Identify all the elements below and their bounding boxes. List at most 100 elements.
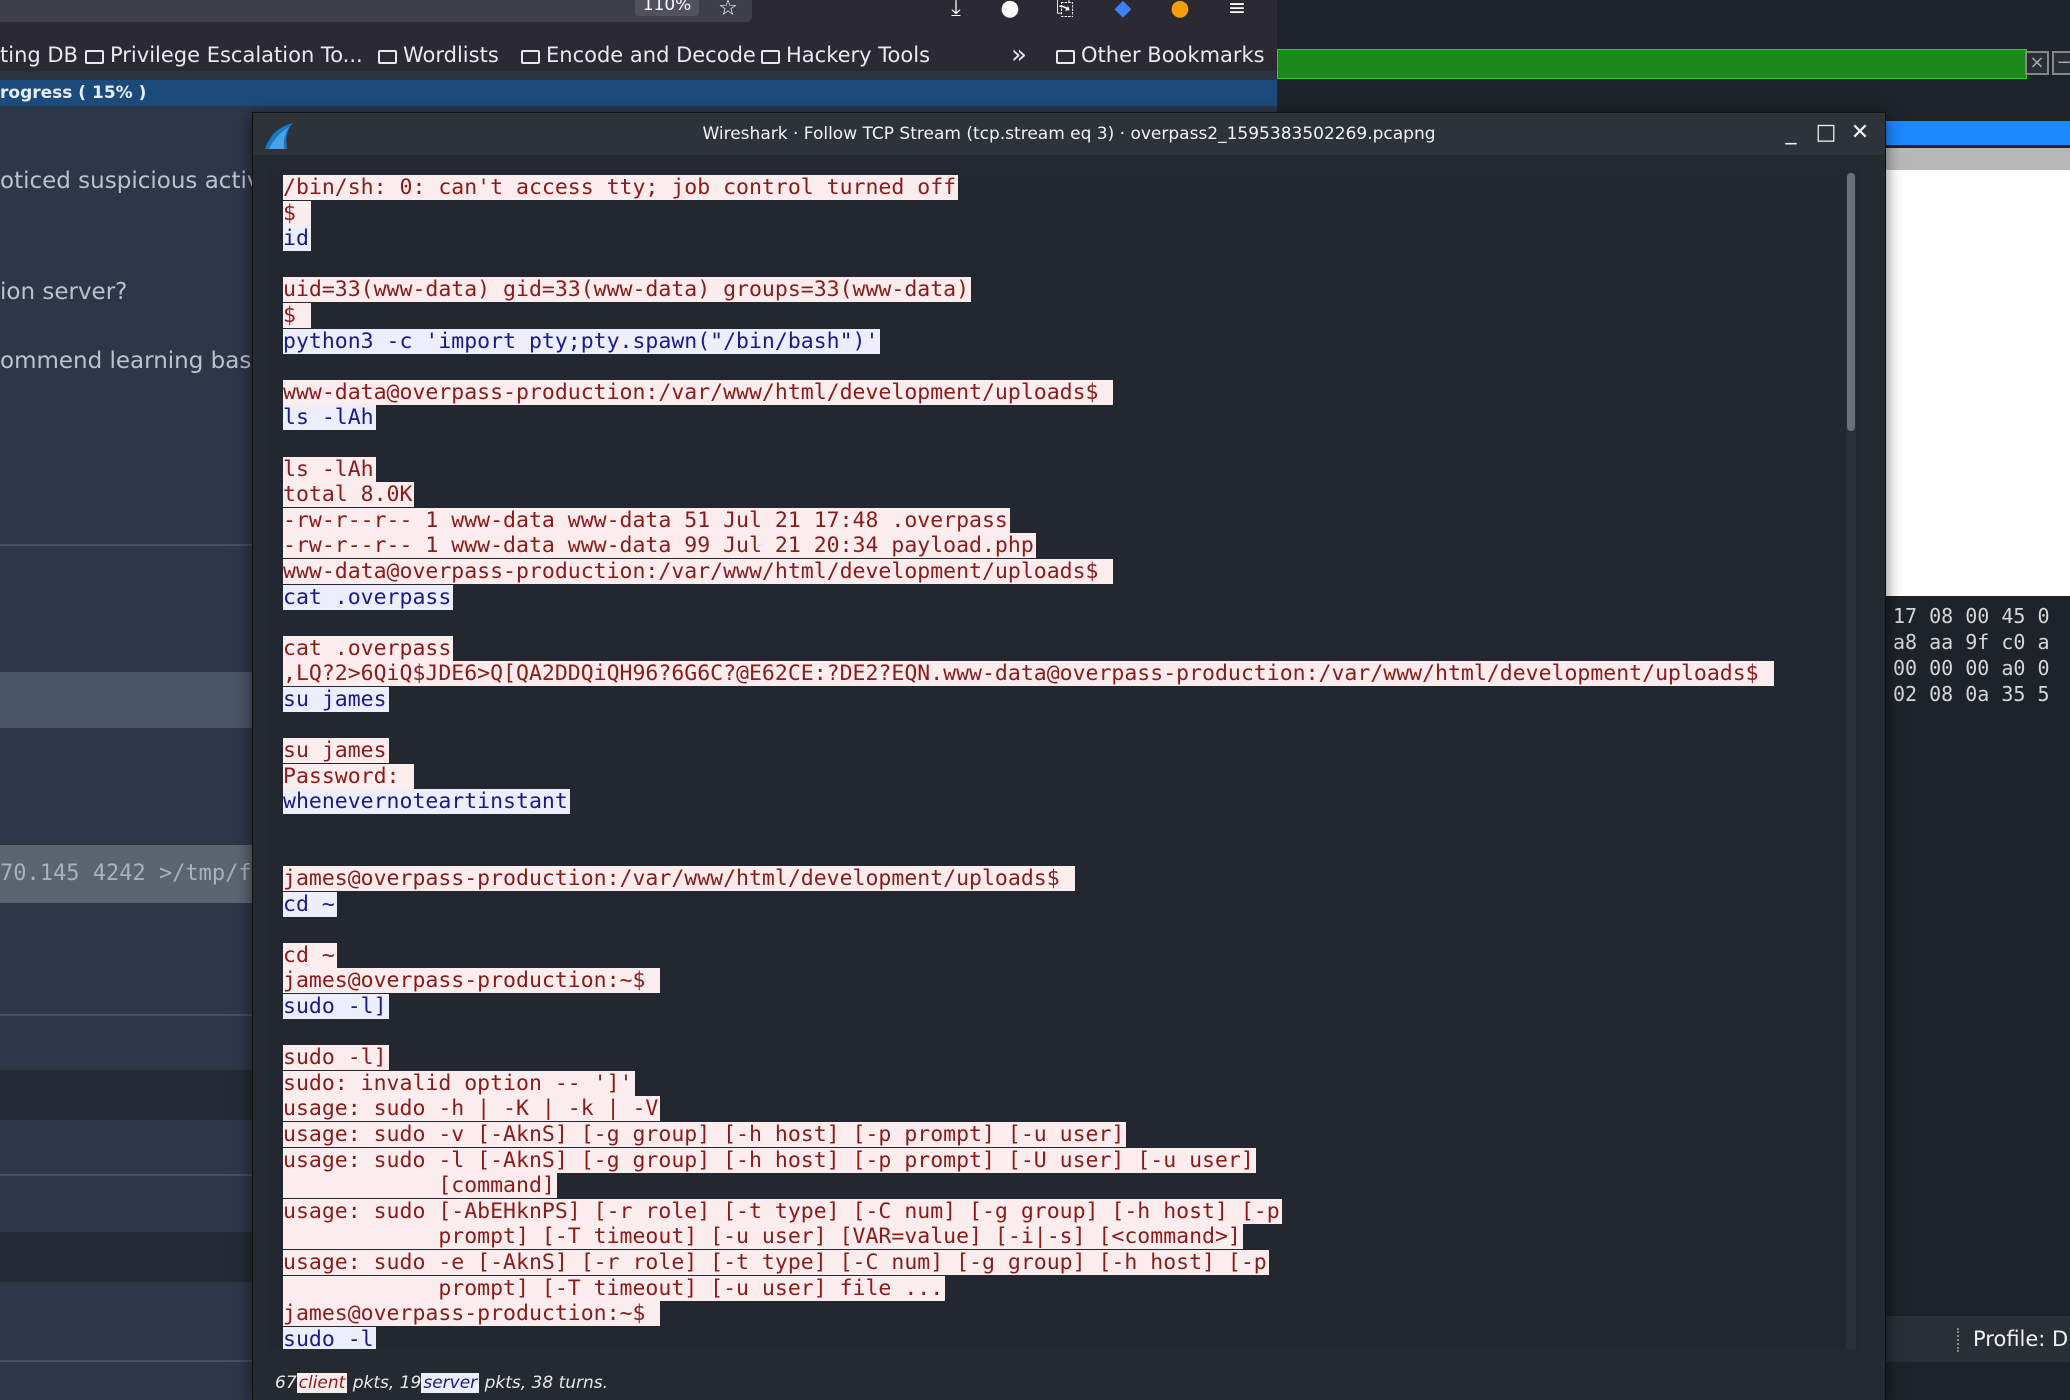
scrollbar-thumb[interactable] xyxy=(1847,173,1855,431)
stream-summary: 67 client pkts, 19 server pkts, 38 turns. xyxy=(275,1369,608,1397)
server-line: www-data@overpass-production:/var/www/ht… xyxy=(283,558,1774,585)
bookmark-folder[interactable]: Other Bookmarks xyxy=(1056,40,1265,71)
hex-line: 17 08 00 45 0 xyxy=(1893,604,2050,628)
puzzle-icon[interactable]: ⎘ xyxy=(1050,0,1080,24)
client-line: cat .overpass xyxy=(283,584,1774,611)
line-text: sudo -l] xyxy=(283,1045,389,1071)
line-text: www-data@overpass-production:/var/www/ht… xyxy=(283,379,1114,405)
client-line: ls -lAh xyxy=(283,405,1774,431)
divider xyxy=(0,1174,260,1176)
bookmark-item[interactable]: ting DB xyxy=(0,40,78,71)
line-text: cat .overpass xyxy=(283,584,454,610)
server-line: /bin/sh: 0: can't access tty; job contro… xyxy=(283,175,1774,201)
browser-toolbar: 110% ☆ ⤓ ● ⎘ ◆ ● ≡ xyxy=(0,0,1277,40)
answer-input[interactable] xyxy=(0,1232,260,1282)
line-text: ls -lAh xyxy=(283,456,376,482)
bookmark-star-icon[interactable]: ☆ xyxy=(713,0,743,24)
answer-input[interactable] xyxy=(0,672,260,728)
server-line: cd ~ xyxy=(283,942,1774,969)
client-packet-count: 67 xyxy=(275,1373,297,1393)
minimize-icon[interactable]: _ xyxy=(1777,119,1805,147)
line-text: cat .overpass xyxy=(283,635,454,661)
line-text: james@overpass-production:/var/www/html/… xyxy=(283,866,1075,892)
display-filter-bar[interactable] xyxy=(1277,49,2027,79)
clear-filter-icon[interactable]: × xyxy=(2025,51,2049,75)
close-icon[interactable]: ✕ xyxy=(1846,119,1874,147)
bookmark-folder[interactable]: Privilege Escalation To... xyxy=(85,40,363,71)
stream-content[interactable]: /bin/sh: 0: can't access tty; job contro… xyxy=(269,169,1859,1349)
room-progress-bar: rogress ( 15% ) xyxy=(0,80,1277,106)
line-text: total 8.0K xyxy=(283,482,415,508)
extension-icon[interactable]: ● xyxy=(995,0,1025,24)
bookmark-label: Encode and Decode xyxy=(546,43,756,67)
packet-row[interactable] xyxy=(1885,148,2070,170)
line-text: su james xyxy=(283,686,389,712)
selected-packet-row[interactable] xyxy=(1885,121,2070,145)
server-line: usage: sudo [-AbEHknPS] [-r role] [-t ty… xyxy=(283,1198,1774,1225)
server-line: -rw-r--r-- 1 www-data www-data 51 Jul 21… xyxy=(283,507,1774,534)
line-text: prompt] [-T timeout] [-u user] [VAR=valu… xyxy=(283,1224,1243,1250)
bookmark-label: Hackery Tools xyxy=(786,43,931,67)
line-text: ,LQ?2>6QiQ$JDE6>Q[QA2DDQiQH96?6G6C?@E62C… xyxy=(283,661,1774,687)
answer-input[interactable] xyxy=(0,1070,260,1120)
download-icon[interactable]: ⤓ xyxy=(941,0,971,24)
hint-text: ommend learning basic xyxy=(0,348,271,374)
menu-hamburger-icon[interactable]: ≡ xyxy=(1222,0,1252,24)
profile-label[interactable]: Profile: D xyxy=(1973,1327,2068,1351)
server-label: server xyxy=(421,1373,480,1393)
server-line: total 8.0K xyxy=(283,482,1774,508)
dialog-titlebar[interactable]: Wireshark · Follow TCP Stream (tcp.strea… xyxy=(253,113,1885,155)
server-line: usage: sudo -v [-AknS] [-g group] [-h ho… xyxy=(283,1121,1774,1148)
server-line: usage: sudo -l [-AknS] [-g group] [-h ho… xyxy=(283,1147,1774,1174)
server-line: [command] xyxy=(283,1173,1774,1199)
server-line: james@overpass-production:/var/www/html/… xyxy=(283,866,1774,892)
zoom-level-badge[interactable]: 110% xyxy=(635,0,699,16)
client-line: su james xyxy=(283,686,1774,713)
line-text: usage: sudo -v [-AknS] [-g group] [-h ho… xyxy=(283,1121,1127,1147)
server-line: $ xyxy=(283,302,1774,329)
bookmark-label: Privilege Escalation To... xyxy=(110,43,363,67)
packet-bytes-pane: 17 08 00 45 0 a8 aa 9f c0 a 00 00 00 a0 … xyxy=(1885,596,2070,1316)
bookmark-folder[interactable]: Encode and Decode xyxy=(521,40,756,71)
shield-icon[interactable]: ◆ xyxy=(1108,0,1138,24)
client-line: sudo -l xyxy=(283,1326,1774,1349)
bookmark-folder[interactable]: Wordlists xyxy=(378,40,499,71)
line-text: www-data@overpass-production:/var/www/ht… xyxy=(283,558,1114,584)
line-text: usage: sudo -l [-AknS] [-g group] [-h ho… xyxy=(283,1147,1256,1173)
line-text: whenevernoteartinstant xyxy=(283,789,570,815)
line-text: usage: sudo -e [-AknS] [-r role] [-t typ… xyxy=(283,1249,1269,1275)
server-line: $ xyxy=(283,200,1774,227)
server-line: usage: sudo -h | -K | -k | -V xyxy=(283,1096,1774,1122)
status-separator xyxy=(1957,1328,1961,1352)
bookmarks-overflow-icon[interactable]: » xyxy=(1011,40,1027,71)
status-bar: Profile: D xyxy=(1885,1316,2070,1362)
line-text: -rw-r--r-- 1 www-data www-data 51 Jul 21… xyxy=(283,507,1010,533)
line-text: su james xyxy=(283,738,389,764)
divider xyxy=(0,1360,260,1362)
line-text: /bin/sh: 0: can't access tty; job contro… xyxy=(283,175,959,200)
turns-count: pkts, 38 turns. xyxy=(484,1373,609,1393)
hex-line: 02 08 0a 35 5 xyxy=(1893,682,2050,706)
line-text: [command] xyxy=(283,1173,557,1199)
stream-text[interactable]: /bin/sh: 0: can't access tty; job contro… xyxy=(283,175,1774,1349)
server-line: prompt] [-T timeout] [-u user] file ... xyxy=(283,1275,1774,1302)
line-text: sudo -l xyxy=(283,1326,376,1349)
server-line: james@overpass-production:~$ xyxy=(283,1301,1774,1327)
bookmark-label: Other Bookmarks xyxy=(1081,43,1265,67)
maximize-icon[interactable]: □ xyxy=(1812,119,1840,147)
bookmark-filter-icon[interactable]: − xyxy=(2052,51,2070,75)
line-text: cd ~ xyxy=(283,942,337,968)
line-text: ls -lAh xyxy=(283,405,376,431)
bookmark-folder[interactable]: Hackery Tools xyxy=(761,40,930,71)
follow-tcp-stream-dialog: Wireshark · Follow TCP Stream (tcp.strea… xyxy=(253,113,1885,1400)
server-line: -rw-r--r-- 1 www-data www-data 99 Jul 21… xyxy=(283,533,1774,559)
server-line: ,LQ?2>6QiQ$JDE6>Q[QA2DDQiQH96?6G6C?@E62C… xyxy=(283,661,1774,687)
client-line: sudo -l] xyxy=(283,994,1774,1020)
line-text: $ xyxy=(283,302,311,328)
foxyproxy-icon[interactable]: ● xyxy=(1165,0,1195,24)
vertical-scrollbar[interactable] xyxy=(1846,173,1856,1349)
